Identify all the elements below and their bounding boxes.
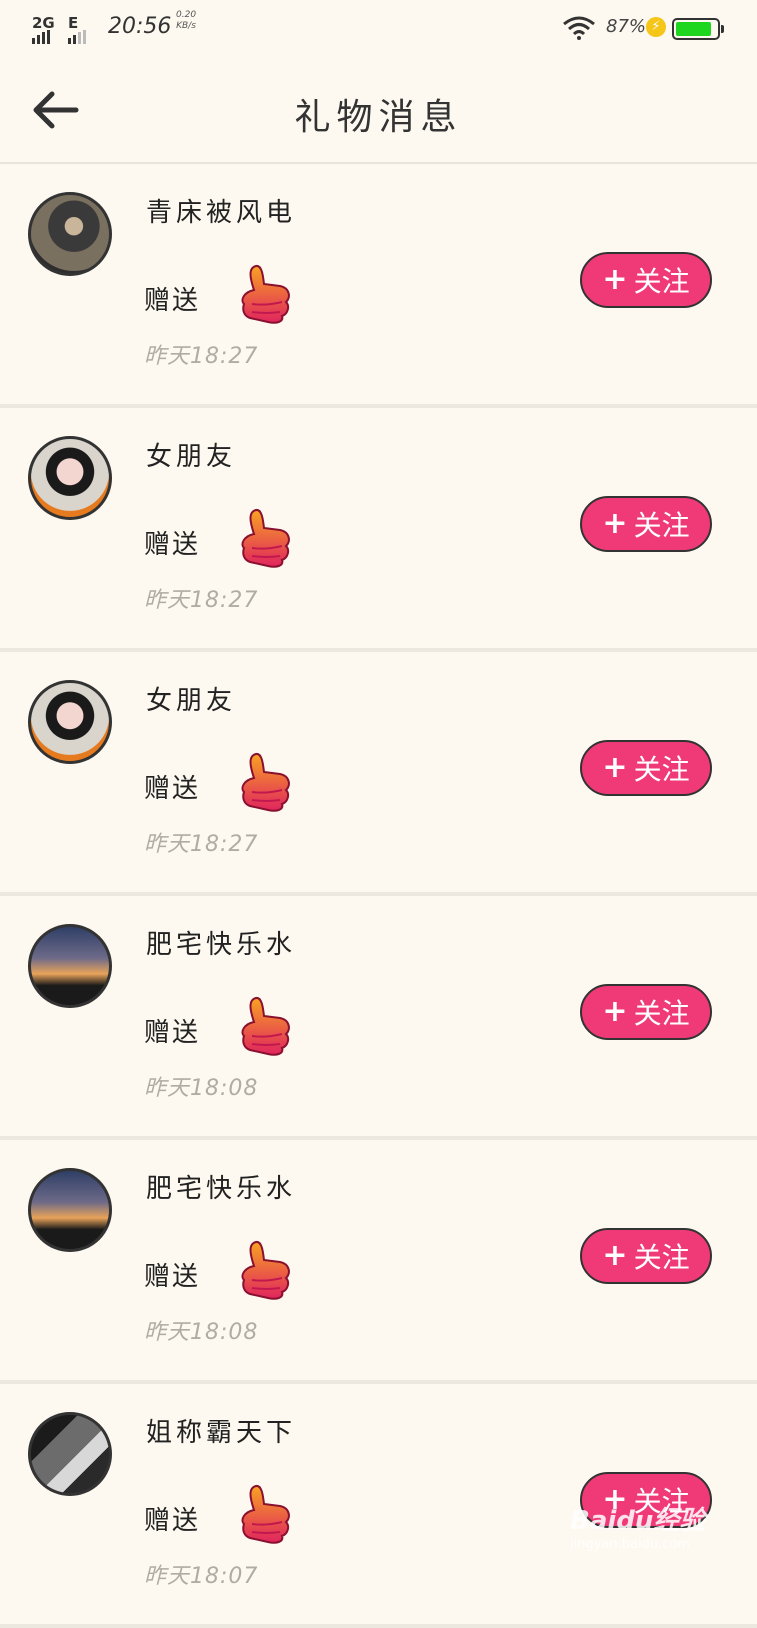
thumbs-up-gift-icon (241, 753, 290, 812)
timestamp: 昨天18:27 (144, 832, 259, 857)
list-item: 女朋友 赠送 昨天18:27 + 关注 (0, 652, 757, 896)
plus-icon: + (602, 506, 628, 541)
follow-button[interactable]: + 关注 (580, 740, 712, 796)
gift-action-label: 赠送 (144, 1506, 201, 1536)
follow-button[interactable]: + 关注 (580, 496, 712, 552)
sender-name: 肥宅快乐水 (146, 1174, 297, 1204)
plus-icon: + (602, 262, 628, 297)
avatar[interactable] (28, 924, 112, 1008)
battery-fill (676, 22, 711, 36)
follow-button[interactable]: + 关注 (580, 984, 712, 1040)
signal-icon (32, 30, 50, 44)
follow-label: 关注 (633, 1241, 690, 1274)
speed-value: 0.20 (176, 10, 197, 20)
timestamp: 昨天18:08 (144, 1076, 259, 1101)
clock: 20:56 (108, 14, 172, 39)
gift-action-label: 赠送 (144, 1018, 201, 1048)
sender-name: 青床被风电 (146, 198, 297, 228)
list-item: 肥宅快乐水 赠送 昨天18:08 + 关注 (0, 1140, 757, 1384)
sender-name: 肥宅快乐水 (146, 930, 297, 960)
app-header: 礼物消息 (0, 58, 757, 164)
gift-action-label: 赠送 (144, 286, 201, 316)
watermark-logo: Baidu经验 jingyan.baidu.com (570, 1500, 705, 1552)
plus-icon: + (602, 1238, 628, 1273)
list-item: 女朋友 赠送 昨天18:27 + 关注 (0, 408, 757, 652)
follow-label: 关注 (633, 509, 690, 542)
follow-label: 关注 (633, 753, 690, 786)
thumbs-up-gift-icon (241, 1485, 290, 1544)
gift-message-list: 青床被风电 赠送 昨天18:27 + 关注 女朋友 赠送 昨天18:27 + 关… (0, 164, 757, 1628)
gift-action-label: 赠送 (144, 1262, 201, 1292)
page-title: 礼物消息 (294, 97, 463, 138)
watermark-brand: Baidu经验 (570, 1506, 706, 1536)
follow-button[interactable]: + 关注 (580, 252, 712, 308)
sender-name: 女朋友 (146, 442, 237, 472)
thumbs-up-gift-icon (241, 509, 290, 568)
list-item: 肥宅快乐水 赠送 昨天18:08 + 关注 (0, 896, 757, 1140)
plus-icon: + (602, 750, 628, 785)
plus-icon: + (602, 994, 628, 1029)
battery-percent: 87% (606, 16, 647, 37)
watermark-url: jingyan.baidu.com (570, 1537, 690, 1552)
charging-icon: ⚡ (646, 17, 666, 37)
thumbs-up-gift-icon (241, 265, 290, 324)
avatar[interactable] (28, 1412, 112, 1496)
follow-button[interactable]: + 关注 (580, 1228, 712, 1284)
avatar[interactable] (28, 192, 112, 276)
follow-label: 关注 (633, 997, 690, 1030)
speed-unit: KB/s (176, 21, 196, 31)
timestamp: 昨天18:07 (144, 1564, 259, 1589)
timestamp: 昨天18:08 (144, 1320, 259, 1345)
avatar[interactable] (28, 680, 112, 764)
network-speed: 0.20 KB/s (176, 10, 196, 32)
status-bar: 2G E 20:56 0.20 KB/s 87% ⚡ (0, 0, 757, 58)
list-item: 青床被风电 赠送 昨天18:27 + 关注 (0, 164, 757, 408)
thumbs-up-gift-icon (241, 1241, 290, 1300)
avatar[interactable] (28, 1168, 112, 1252)
wifi-icon (563, 16, 595, 40)
follow-label: 关注 (633, 265, 690, 298)
signal-icon-2 (68, 30, 86, 44)
thumbs-up-gift-icon (241, 997, 290, 1056)
gift-action-label: 赠送 (144, 530, 201, 560)
sender-name: 女朋友 (146, 686, 237, 716)
timestamp: 昨天18:27 (144, 588, 259, 613)
timestamp: 昨天18:27 (144, 344, 259, 369)
gift-action-label: 赠送 (144, 774, 201, 804)
battery-icon (672, 18, 724, 40)
avatar[interactable] (28, 436, 112, 520)
sender-name: 姐称霸天下 (146, 1418, 297, 1448)
